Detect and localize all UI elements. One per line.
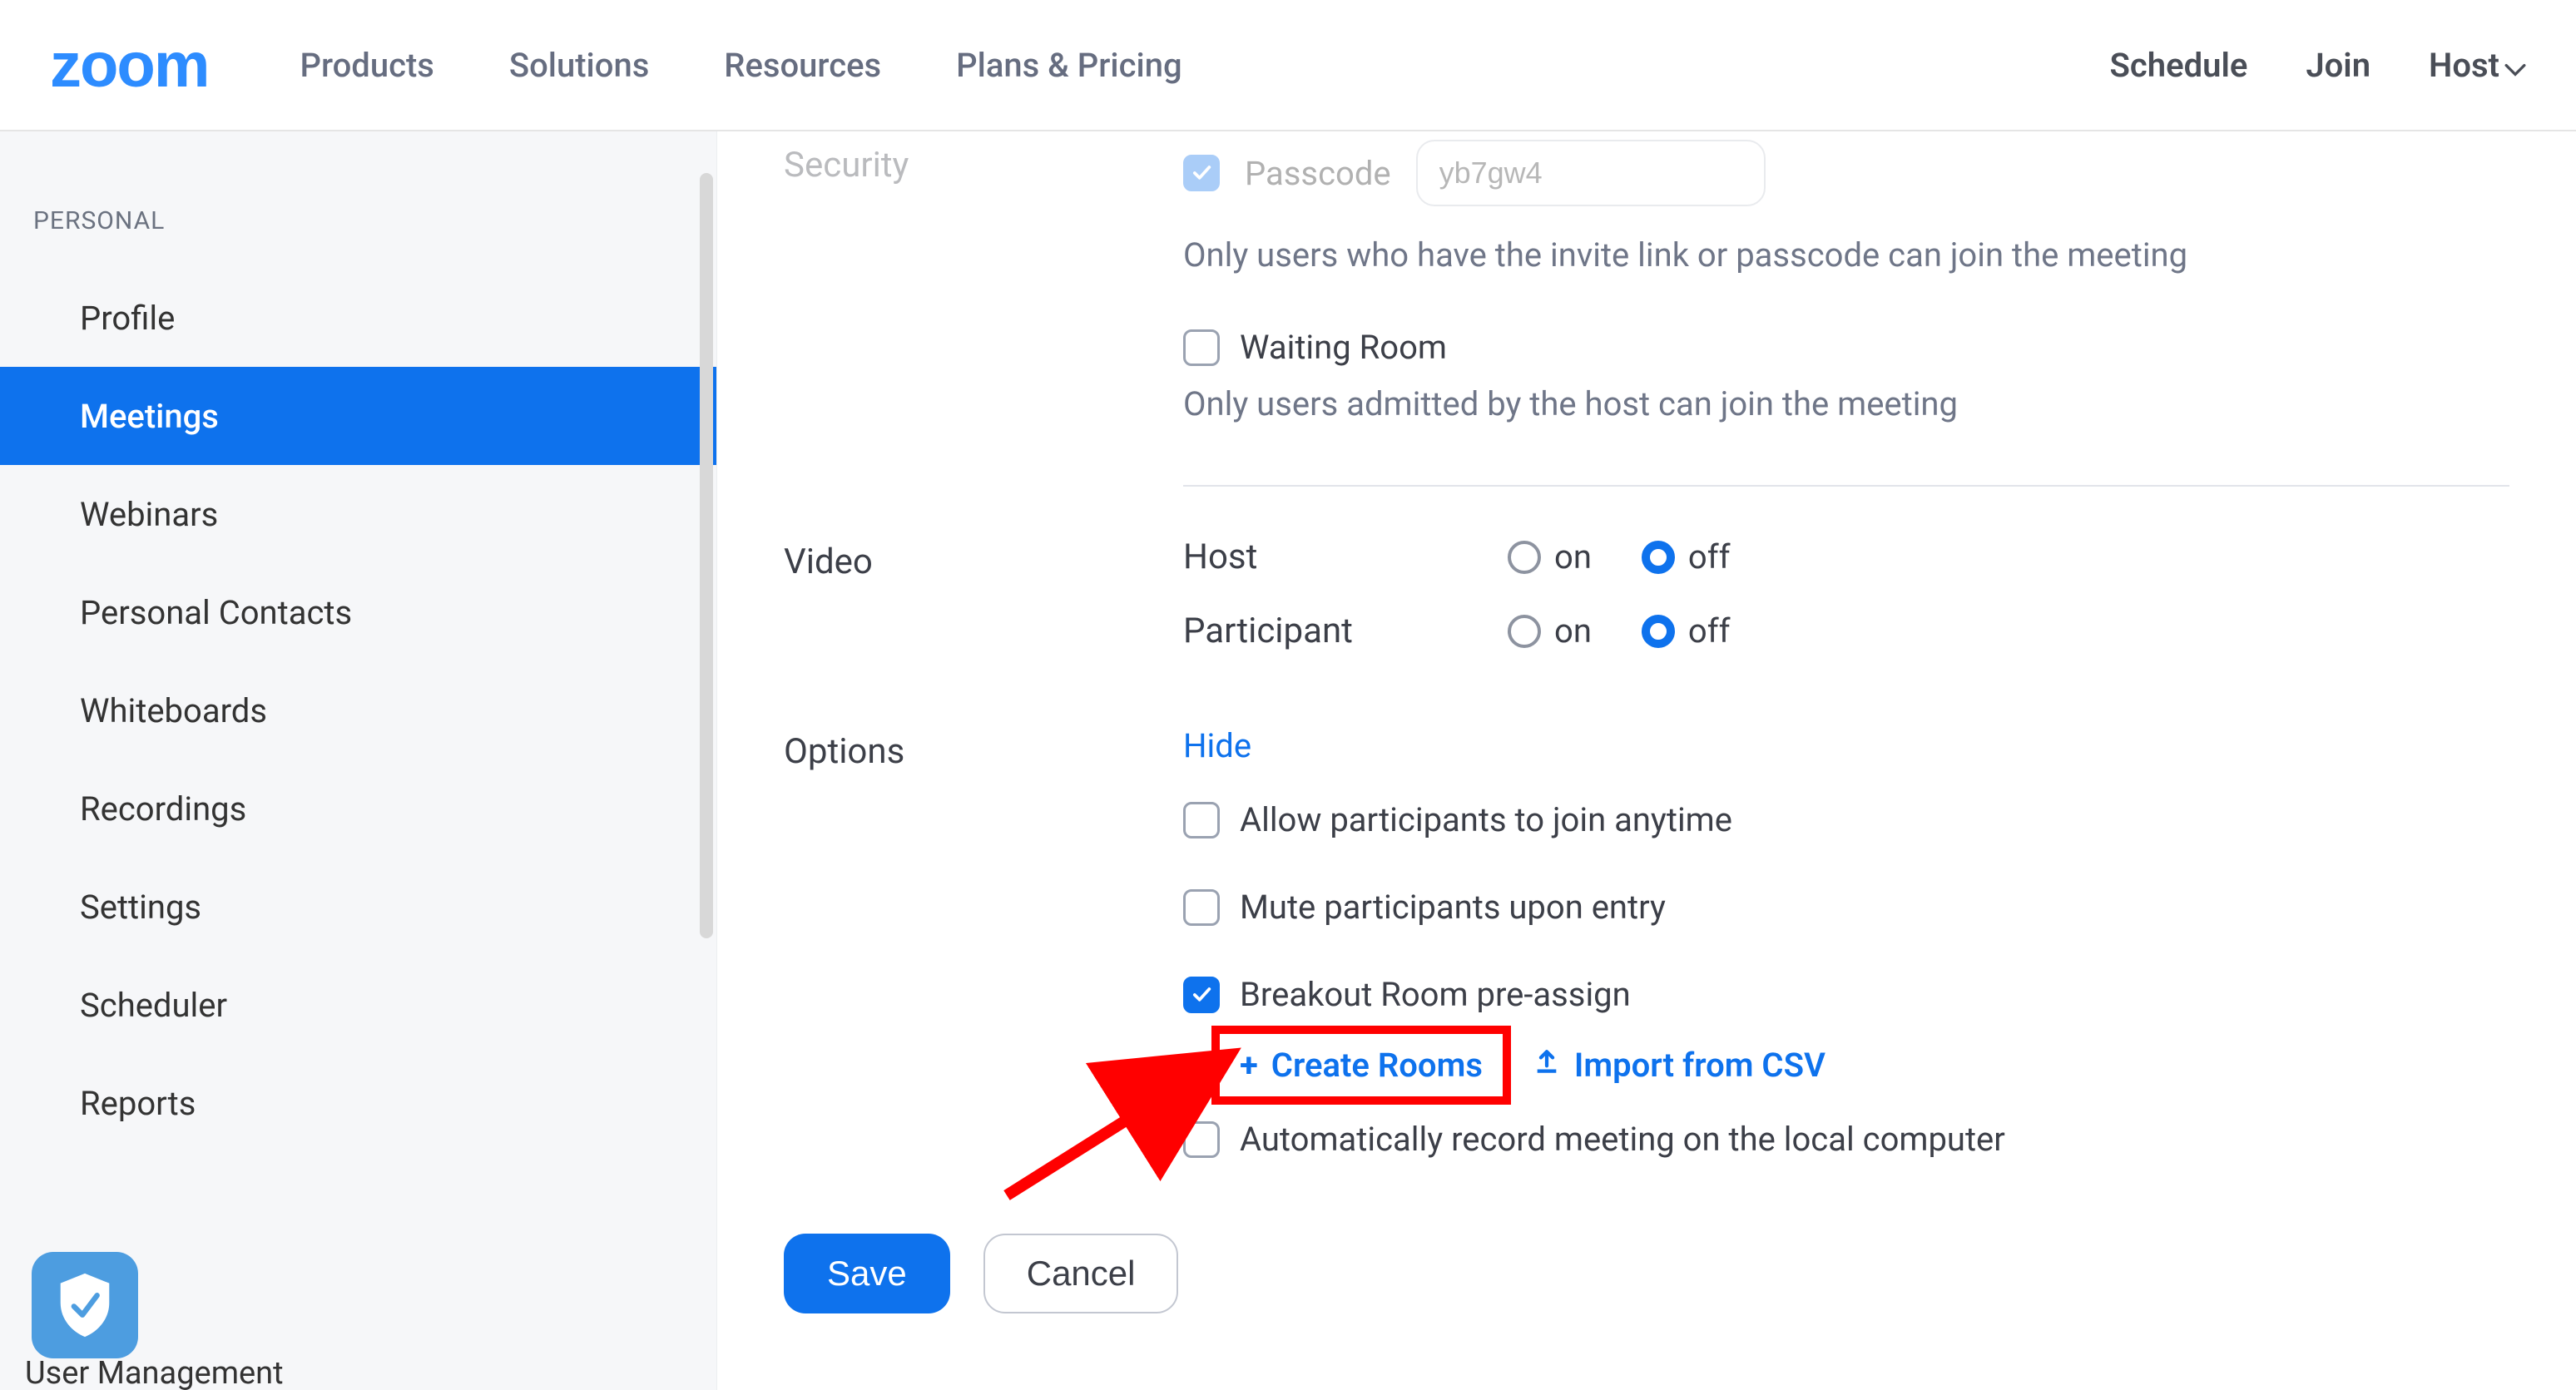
sidebar-item-meetings[interactable]: Meetings [0, 367, 716, 465]
mute-on-entry-label: Mute participants upon entry [1240, 888, 1666, 927]
waiting-room-label: Waiting Room [1240, 328, 1447, 367]
upload-icon [1533, 1046, 1561, 1085]
radio-on-label: on [1554, 611, 1592, 650]
nav-host[interactable]: Host [2429, 46, 2526, 85]
sidebar-item-label: Whiteboards [80, 691, 267, 730]
nav-schedule[interactable]: Schedule [2109, 46, 2247, 85]
waiting-room-description: Only users admitted by the host can join… [1183, 382, 2509, 427]
radio-icon [1508, 541, 1541, 574]
video-host-off[interactable]: off [1642, 537, 1731, 576]
nav-resources[interactable]: Resources [724, 46, 881, 85]
sidebar-item-label: Scheduler [80, 986, 227, 1025]
radio-icon [1642, 615, 1675, 648]
section-video: Video Host on off [784, 537, 2509, 651]
radio-icon [1642, 541, 1675, 574]
sidebar-item-profile[interactable]: Profile [0, 269, 716, 367]
chevron-down-icon [2504, 46, 2526, 85]
nav-left-group: Products Solutions Resources Plans & Pri… [300, 46, 1181, 85]
sidebar-item-user-management-partial[interactable]: User Management [25, 1355, 284, 1390]
video-label: Video [784, 537, 1167, 582]
check-icon [1190, 161, 1213, 185]
sidebar-item-recordings[interactable]: Recordings [0, 759, 716, 858]
sidebar-item-label: Reports [80, 1084, 196, 1123]
security-label: Security [784, 140, 1167, 185]
sidebar-scrollbar[interactable] [700, 173, 713, 938]
breakout-preassign-label: Breakout Room pre-assign [1240, 975, 1631, 1014]
video-host-label: Host [1183, 537, 1458, 577]
separator [1183, 485, 2509, 487]
sidebar-section-personal: PERSONAL [0, 190, 716, 269]
top-nav: zoom Products Solutions Resources Plans … [0, 0, 2576, 131]
mute-on-entry-checkbox[interactable] [1183, 889, 1220, 926]
video-participant-off[interactable]: off [1642, 611, 1731, 650]
shield-icon [55, 1271, 115, 1339]
sidebar-item-label: Meetings [80, 397, 219, 436]
auto-record-checkbox[interactable] [1183, 1121, 1220, 1158]
sidebar-item-label: Settings [80, 888, 201, 927]
video-host-on[interactable]: on [1508, 537, 1592, 576]
sidebar-item-scheduler[interactable]: Scheduler [0, 956, 716, 1054]
privacy-shield-button[interactable] [32, 1252, 138, 1358]
options-label: Options [784, 726, 1167, 772]
nav-right-group: Schedule Join Host [2109, 46, 2526, 85]
sidebar-item-settings[interactable]: Settings [0, 858, 716, 956]
passcode-checkbox[interactable] [1183, 155, 1220, 191]
nav-join[interactable]: Join [2306, 46, 2370, 85]
create-rooms-label: Create Rooms [1271, 1046, 1483, 1085]
sidebar-item-label: Recordings [80, 789, 246, 829]
allow-join-anytime-checkbox[interactable] [1183, 802, 1220, 838]
form-footer: Save Cancel [784, 1234, 2509, 1313]
nav-products[interactable]: Products [300, 46, 433, 85]
main-content: Security Passcode Only users who have th… [717, 131, 2576, 1390]
passcode-label: Passcode [1245, 154, 1391, 193]
breakout-preassign-checkbox[interactable] [1183, 977, 1220, 1013]
nav-solutions[interactable]: Solutions [509, 46, 649, 85]
import-csv-label: Import from CSV [1574, 1046, 1825, 1085]
create-rooms-link[interactable]: + Create Rooms [1240, 1046, 1483, 1085]
sidebar-item-personal-contacts[interactable]: Personal Contacts [0, 563, 716, 661]
sidebar-item-whiteboards[interactable]: Whiteboards [0, 661, 716, 759]
save-button[interactable]: Save [784, 1234, 950, 1313]
cancel-button[interactable]: Cancel [983, 1234, 1179, 1313]
sidebar-item-label: Profile [80, 299, 175, 338]
radio-on-label: on [1554, 537, 1592, 576]
import-csv-link[interactable]: Import from CSV [1533, 1046, 1825, 1085]
waiting-room-checkbox[interactable] [1183, 329, 1220, 366]
options-hide-link[interactable]: Hide [1183, 726, 1251, 765]
radio-off-label: off [1688, 611, 1731, 650]
passcode-input[interactable] [1416, 140, 1766, 206]
nav-host-label: Host [2429, 46, 2499, 85]
radio-off-label: off [1688, 537, 1731, 576]
radio-icon [1508, 615, 1541, 648]
zoom-logo[interactable]: zoom [50, 29, 208, 101]
sidebar-item-reports[interactable]: Reports [0, 1054, 716, 1152]
sidebar: PERSONAL Profile Meetings Webinars Perso… [0, 131, 717, 1390]
video-participant-label: Participant [1183, 611, 1458, 651]
sidebar-item-label: Personal Contacts [80, 593, 352, 632]
check-icon [1190, 983, 1213, 1007]
allow-join-anytime-label: Allow participants to join anytime [1240, 800, 1732, 839]
nav-plans-pricing[interactable]: Plans & Pricing [956, 46, 1182, 85]
plus-icon: + [1240, 1046, 1258, 1085]
sidebar-item-webinars[interactable]: Webinars [0, 465, 716, 563]
auto-record-label: Automatically record meeting on the loca… [1240, 1120, 2005, 1159]
passcode-description: Only users who have the invite link or p… [1183, 233, 2509, 278]
sidebar-item-label: Webinars [80, 495, 218, 534]
section-security: Security Passcode [784, 140, 2509, 206]
section-options: Options Hide Allow participants to join … [784, 726, 2509, 1159]
video-participant-on[interactable]: on [1508, 611, 1592, 650]
